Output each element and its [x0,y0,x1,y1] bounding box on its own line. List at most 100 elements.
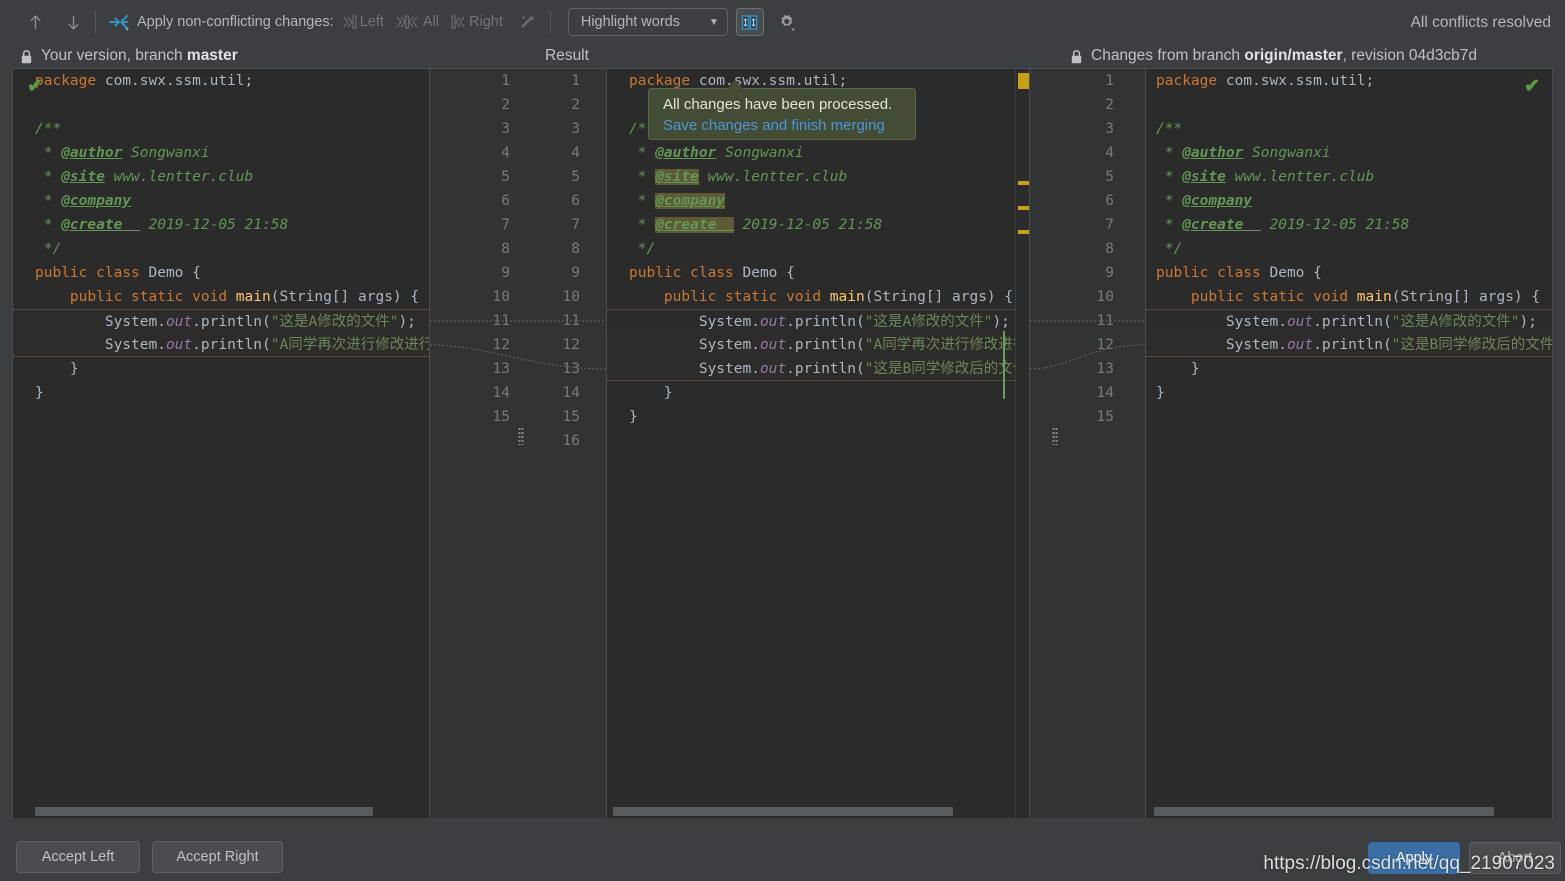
result-editor-pane[interactable]: package com.swx.ssm.util; /** * @author … [607,69,1029,818]
code-token: @company [1182,193,1253,209]
code-line: System.out.println("这是A修改的文件"); [13,309,429,333]
highlight-mode-dropdown[interactable]: Highlight words ▼ [567,8,728,36]
code-token: Songwanxi [716,145,804,161]
code-token: @create [655,217,734,233]
magic-resolve-icon[interactable] [515,9,541,35]
folded-lines-indicator[interactable] [1052,427,1058,445]
code-line: * @author Songwanxi [607,141,1029,165]
code-token: (String[] args) { [1391,289,1541,305]
code-token: */ [35,241,62,257]
apply-left-button[interactable]: Left [342,13,384,31]
right-code[interactable]: package com.swx.ssm.util; /** * @author … [1146,69,1552,405]
code-line: System.out.println("A同学再次进行修改进行提交 [607,333,1029,357]
stripe-marker[interactable] [1018,206,1029,210]
code-token: public static void [663,289,822,305]
code-token: System. [1156,314,1287,330]
code-token: public static void [1190,289,1349,305]
code-token: www.lentter.club [698,169,848,185]
line-number: 11 [562,313,580,329]
code-token: main [227,289,271,305]
apply-all-button[interactable]: All [396,13,439,31]
result-hscrollbar[interactable] [607,805,1015,818]
code-token: @create [1182,217,1261,233]
right-pane-header: Changes from branch origin/master, revis… [1070,44,1477,68]
code-line: public class Demo { [13,261,429,285]
code-token: @company [61,193,132,209]
code-token: */ [629,241,656,257]
line-number: 3 [1105,121,1114,137]
code-token: main [1348,289,1392,305]
left-code[interactable]: package com.swx.ssm.util; /** * @author … [13,69,429,405]
toolbar-separator-1 [95,11,96,33]
code-token: public class [629,265,734,281]
right-hscrollbar-thumb[interactable] [1154,807,1494,816]
code-token: * [629,193,656,209]
merge-editors: package com.swx.ssm.util; /** * @author … [12,68,1553,818]
code-token: @site [61,169,105,185]
accept-right-button[interactable]: Accept Right [152,841,283,873]
accept-left-button[interactable]: Accept Left [16,841,140,873]
code-line: System.out.println("这是A修改的文件"); [607,309,1029,333]
code-line: /** [1146,117,1552,141]
previous-difference-icon[interactable] [22,9,48,35]
code-line: System.out.println("这是A修改的文件"); [1146,309,1552,333]
code-token: .println( [192,337,271,353]
line-number: 1 [1105,73,1114,89]
code-token: System. [629,337,760,353]
left-hscrollbar-thumb[interactable] [35,807,373,816]
code-line: */ [607,237,1029,261]
stripe-marker[interactable] [1018,230,1029,234]
line-number: 4 [1105,145,1114,161]
line-number: 3 [501,121,510,137]
code-token: } [35,361,79,377]
collapse-unchanged-toggle[interactable] [735,8,764,36]
right-editor-pane[interactable]: package com.swx.ssm.util; /** * @author … [1146,69,1552,818]
code-token: com.swx.ssm.util [1217,73,1366,89]
code-line: package com.swx.ssm.util; [1146,69,1552,93]
result-error-stripe[interactable] [1015,69,1029,818]
code-line: * @author Songwanxi [1146,141,1552,165]
code-line: package com.swx.ssm.util; [13,69,429,93]
code-token: @author [655,145,717,161]
code-token: out [759,314,787,330]
code-token: @company [655,193,726,209]
left-hscrollbar[interactable] [13,805,429,818]
code-line: } [1146,357,1552,381]
stripe-marker[interactable] [1018,73,1029,89]
left-gutter[interactable]: 1 2 3 4 5 6 7 8 9 10 11 12 13 14 15 1 2 3 4 5 6 7 8 9 10 11 12 13 1… [429,69,607,818]
code-line: } [607,381,1029,405]
line-number: 5 [571,169,580,185]
line-number: 12 [562,337,580,353]
code-token: /** [1156,121,1183,137]
code-token: 2019-12-05 21:58 [733,217,883,233]
next-difference-icon[interactable] [60,9,86,35]
code-token: package [1156,73,1218,89]
tooltip-save-link[interactable]: Save changes and finish merging [663,115,902,136]
code-token: } [1156,385,1165,401]
folded-lines-indicator[interactable] [518,427,524,445]
code-token: * [1156,169,1183,185]
apply-right-button[interactable]: Right [451,13,503,31]
line-number: 11 [1096,313,1114,329]
stripe-marker[interactable] [1018,181,1029,185]
line-number: 6 [1105,193,1114,209]
code-token: * [629,169,656,185]
left-editor-pane[interactable]: package com.swx.ssm.util; /** * @author … [13,69,429,818]
code-token: * [1156,145,1183,161]
line-number: 15 [1096,409,1114,425]
code-token: System. [629,314,760,330]
merge-complete-tooltip: All changes have been processed. Save ch… [648,80,916,140]
result-hscrollbar-thumb[interactable] [613,807,953,816]
code-line: /** [13,117,429,141]
line-number: 12 [1096,337,1114,353]
code-line: * @company [1146,189,1552,213]
line-number: 8 [571,241,580,257]
code-token: out [1286,337,1314,353]
right-gutter[interactable]: 1 2 3 4 5 6 7 8 9 10 11 12 13 14 15 [1029,69,1146,818]
apply-all-nonconflicting-icon[interactable] [105,9,135,35]
code-token: } [629,409,638,425]
gear-icon[interactable] [774,9,800,35]
right-hscrollbar[interactable] [1146,805,1552,818]
code-line: public static void main(String[] args) { [607,285,1029,309]
code-token: .println( [786,314,865,330]
